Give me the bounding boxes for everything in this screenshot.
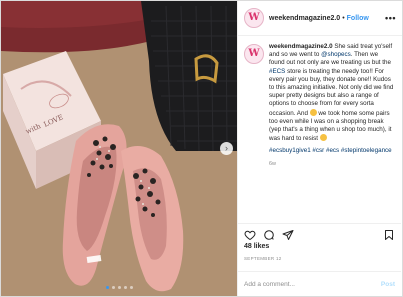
caption-text: weekendmagazine2.0 She said treat yo'sel… bbox=[269, 43, 395, 223]
follow-button[interactable]: Follow bbox=[347, 15, 369, 22]
likes-count[interactable]: 48 likes bbox=[244, 243, 269, 250]
carousel-dot bbox=[129, 286, 133, 289]
smile-emoji-icon bbox=[309, 108, 317, 116]
avatar[interactable]: W bbox=[244, 8, 264, 28]
hashtag-link[interactable]: #ECS bbox=[269, 68, 285, 75]
shoes-photo-scene: with LOVE bbox=[1, 1, 237, 296]
carousel-dot bbox=[105, 286, 109, 289]
avatar-logo: W bbox=[248, 12, 260, 23]
carousel-indicator bbox=[1, 286, 237, 289]
bookmark-icon[interactable] bbox=[383, 229, 395, 241]
next-photo-button[interactable]: › bbox=[220, 142, 233, 155]
hashtags-link[interactable]: #ecsbuy1give1 #csr #ecs #stepintoeleganc… bbox=[269, 147, 395, 155]
carousel-dot bbox=[117, 286, 121, 289]
mention-link[interactable]: @shopecs bbox=[321, 51, 351, 58]
heart-icon[interactable] bbox=[244, 229, 256, 241]
caption-username-link[interactable]: weekendmagazine2.0 bbox=[269, 43, 333, 50]
more-options-icon[interactable]: ••• bbox=[385, 13, 396, 23]
comment-bar: Post bbox=[238, 271, 401, 296]
post-date: SEPTEMBER 12 bbox=[244, 256, 282, 261]
caption-time: 6w bbox=[269, 160, 277, 167]
carousel-dot bbox=[111, 286, 115, 289]
post-comment-button[interactable]: Post bbox=[381, 281, 395, 288]
separator-dot: • bbox=[342, 14, 345, 22]
laugh-emoji-icon bbox=[319, 134, 327, 142]
avatar-logo: W bbox=[248, 48, 260, 59]
comment-icon[interactable] bbox=[263, 229, 275, 241]
post-photo[interactable]: with LOVE › bbox=[1, 1, 237, 296]
instagram-post: with LOVE › W weekendmagazine2.0 • Follo… bbox=[0, 0, 403, 297]
post-header: W weekendmagazine2.0 • Follow ••• bbox=[238, 1, 402, 36]
caption-avatar[interactable]: W bbox=[244, 44, 264, 64]
caption-area: W weekendmagazine2.0 She said treat yo's… bbox=[238, 37, 401, 223]
carousel-dot bbox=[123, 286, 127, 289]
chevron-right-icon: › bbox=[225, 143, 228, 153]
comment-input[interactable] bbox=[244, 280, 381, 288]
post-side-panel: W weekendmagazine2.0 • Follow ••• W week… bbox=[237, 1, 402, 296]
username-link[interactable]: weekendmagazine2.0 bbox=[269, 15, 340, 22]
action-bar bbox=[238, 223, 401, 245]
share-icon[interactable] bbox=[282, 229, 294, 241]
